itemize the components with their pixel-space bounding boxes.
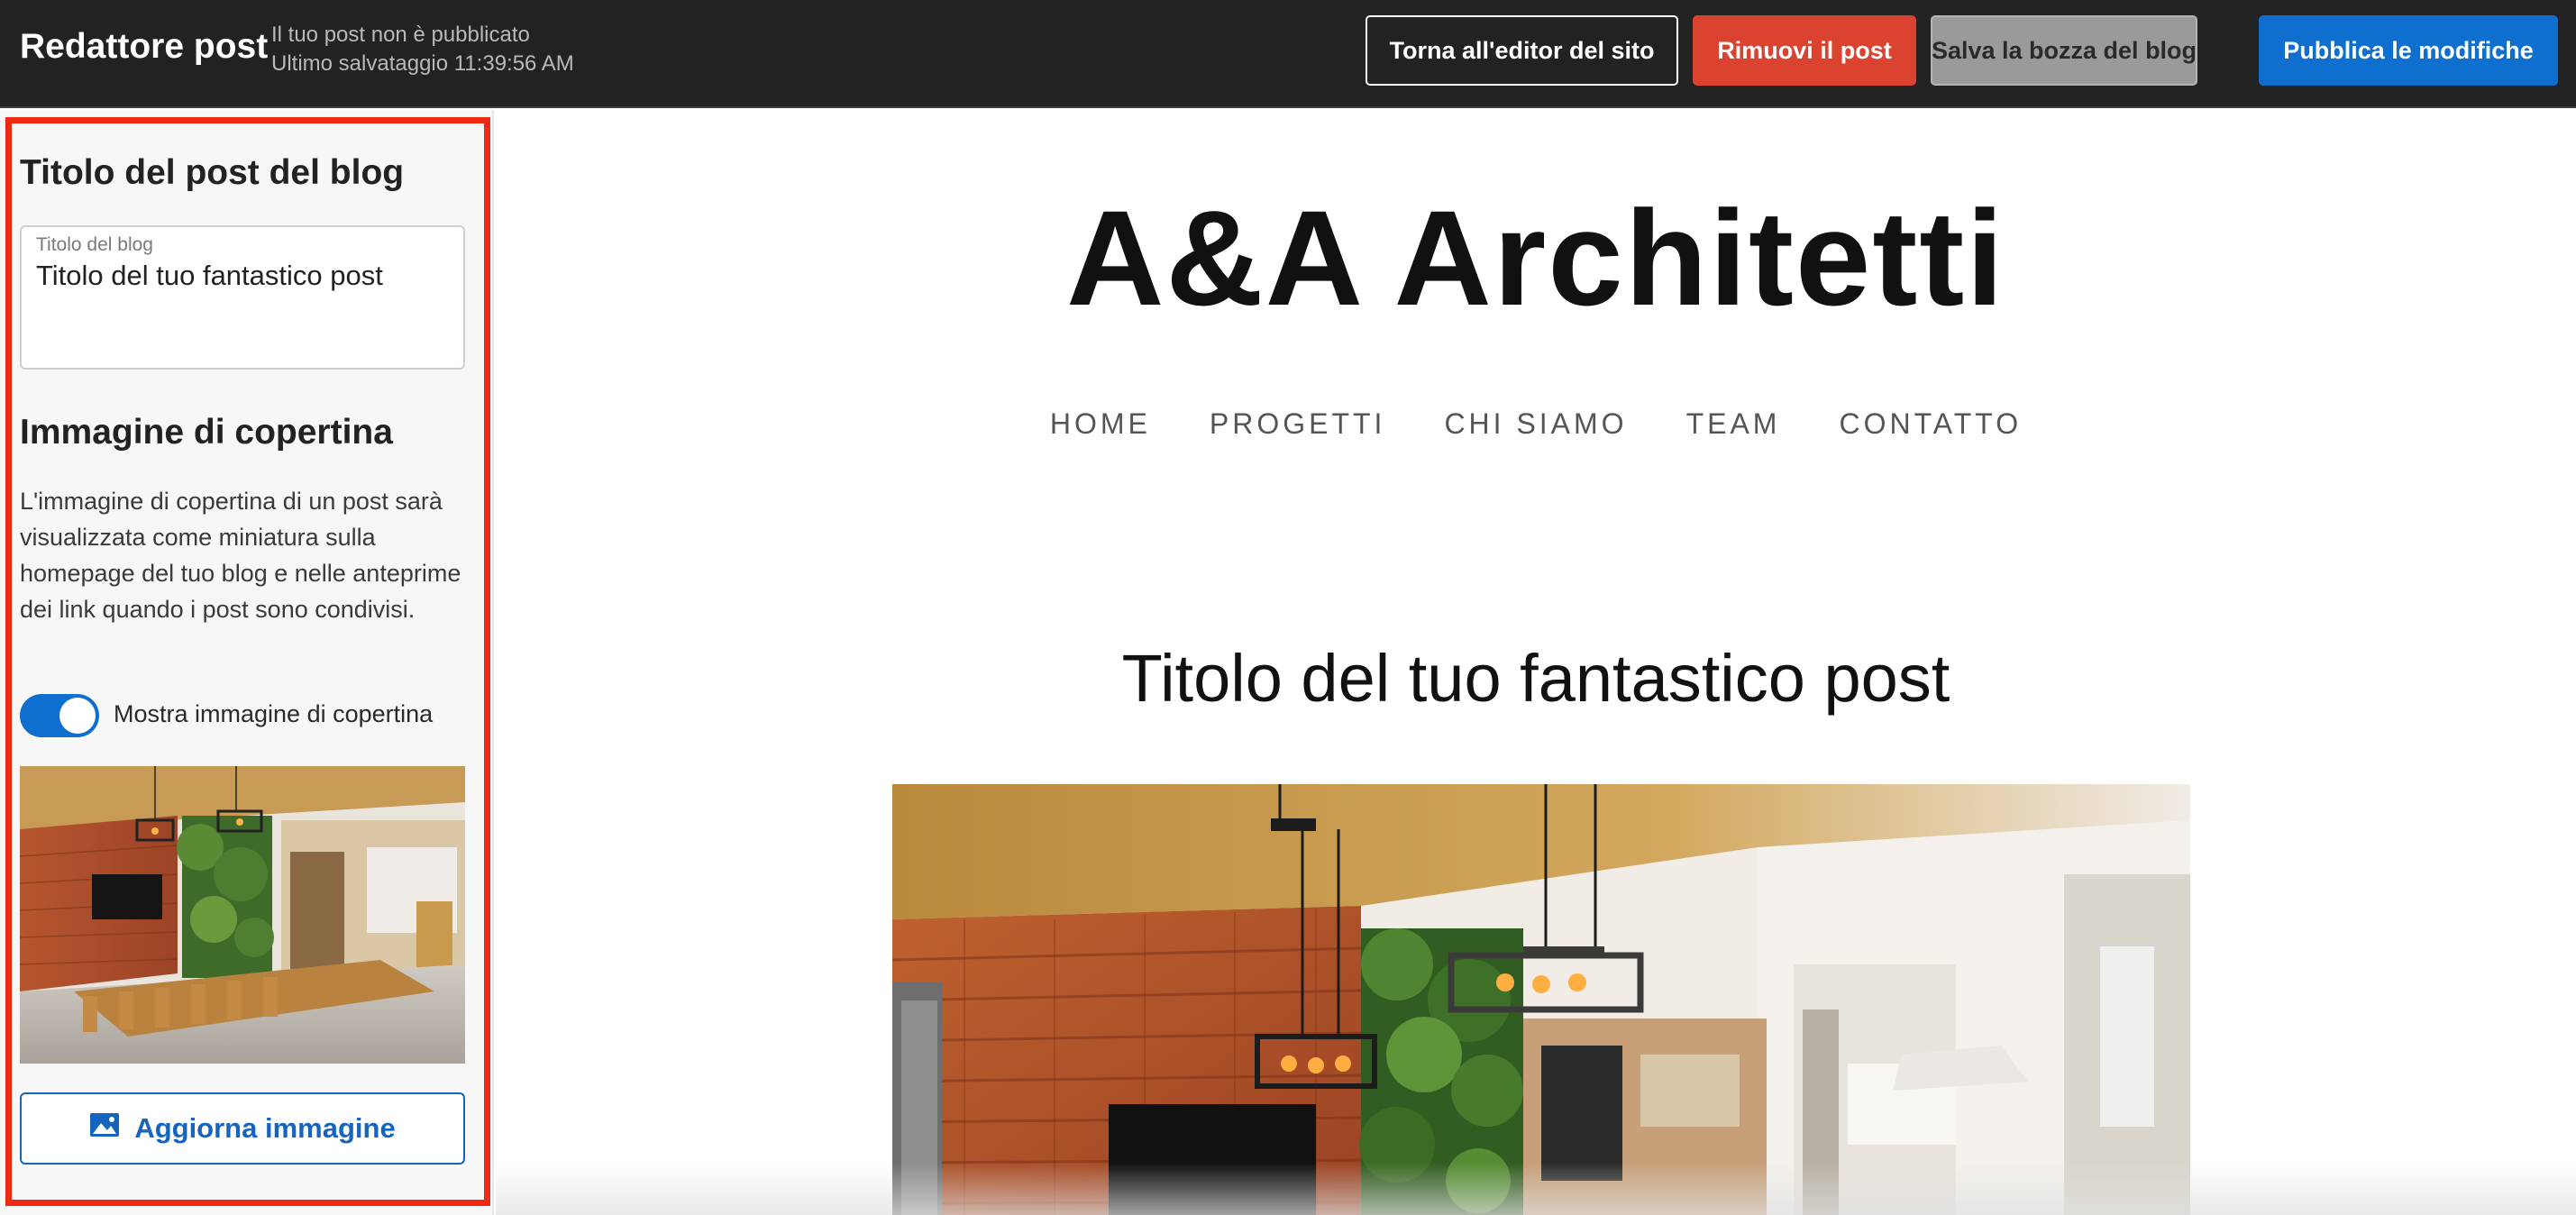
back-to-site-editor-button[interactable]: Torna all'editor del sito [1366, 15, 1678, 86]
show-cover-image-toggle[interactable] [20, 694, 99, 737]
app-title: Redattore post [20, 27, 269, 66]
post-title-heading: Titolo del post del blog [20, 153, 405, 192]
publish-changes-button[interactable]: Pubblica le modifiche [2259, 15, 2558, 86]
update-image-label: Aggiorna immagine [134, 1112, 396, 1144]
last-saved-text: Ultimo salvataggio 11:39:56 AM [271, 51, 574, 76]
save-status: Il tuo post non è pubblicato Ultimo salv… [271, 21, 574, 78]
site-name: A&A Architetti [1066, 182, 2005, 333]
site-nav: HOME PROGETTI CHI SIAMO TEAM CONTATTO [496, 407, 2576, 441]
nav-projects[interactable]: PROGETTI [1210, 407, 1386, 441]
cover-image-thumbnail [20, 766, 465, 1064]
cover-image-description: L'immagine di copertina di un post sarà … [20, 488, 461, 623]
post-cover-image [892, 784, 2190, 1215]
site-preview: A&A Architetti HOME PROGETTI CHI SIAMO T… [496, 110, 2576, 1215]
blog-title-input[interactable]: Titolo del tuo fantastico post [36, 260, 383, 292]
editor-topbar: Redattore post Il tuo post non è pubblic… [0, 0, 2576, 108]
show-cover-image-label: Mostra immagine di copertina [114, 700, 434, 727]
nav-about[interactable]: CHI SIAMO [1444, 407, 1627, 441]
post-title: Titolo del tuo fantastico post [1121, 641, 1950, 716]
cover-image-heading: Immagine di copertina [20, 413, 393, 452]
toggle-knob [59, 698, 96, 734]
blog-title-field-label: Titolo del blog [36, 234, 153, 255]
remove-post-button[interactable]: Rimuovi il post [1693, 15, 1916, 86]
nav-team[interactable]: TEAM [1686, 407, 1781, 441]
nav-contact[interactable]: CONTATTO [1839, 407, 2022, 441]
nav-home[interactable]: HOME [1050, 407, 1151, 441]
update-image-button[interactable]: Aggiorna immagine [20, 1092, 465, 1165]
publish-status-text: Il tuo post non è pubblicato [271, 23, 530, 47]
blog-title-field[interactable]: Titolo del blog Titolo del tuo fantastic… [20, 225, 465, 370]
save-draft-button[interactable]: Salva la bozza del blog [1931, 15, 2197, 86]
image-icon [89, 1112, 120, 1145]
